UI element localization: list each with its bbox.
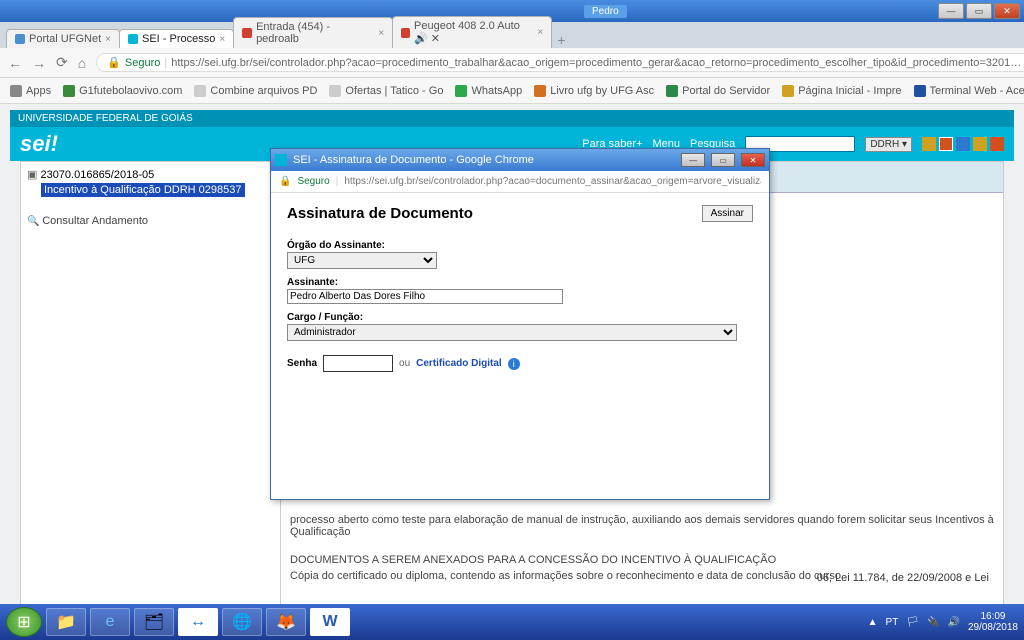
popup-heading: Assinatura de Documento [287,205,753,222]
address-bar[interactable]: 🔒 Seguro | https://sei.ufg.br/sei/contro… [96,53,1024,72]
tray-show-hidden-icon[interactable]: ▲ [868,617,878,628]
tab-portal-ufgnet[interactable]: Portal UFGNet× [6,29,120,48]
bookmark-item[interactable]: Terminal Web - Aces [914,85,1024,97]
browser-tab-strip: Portal UFGNet× SEI - Processo× Entrada (… [0,22,1024,48]
url-text: https://sei.ufg.br/sei/controlador.php?a… [171,57,1021,69]
popup-close[interactable]: ✕ [741,153,765,167]
certificado-digital-link[interactable]: Certificado Digital [416,358,502,369]
taskbar-explorer-icon[interactable]: 📁 [46,608,86,636]
bookmark-item[interactable]: Portal do Servidor [666,85,770,97]
taskbar-folder-icon[interactable]: 🗂 [134,608,174,636]
assinar-button[interactable]: Assinar [702,205,753,222]
address-bar-row: ← → ⟳ ⌂ 🔒 Seguro | https://sei.ufg.br/se… [0,48,1024,78]
cargo-select[interactable]: Administrador [287,324,737,341]
ou-text: ou [399,358,410,369]
windows-taskbar: ⊞ 📁 e 🗂 ↔ 🌐 🦊 W ▲ PT 🏳 🔌 🔊 16:09 29/08/2… [0,604,1024,640]
bookmark-item[interactable]: Ofertas | Tatico - Go [329,85,443,97]
senha-label: Senha [287,358,317,369]
taskbar-teamviewer-icon[interactable]: ↔ [178,608,218,636]
popup-minimize[interactable]: — [681,153,705,167]
lock-icon: 🔒 [107,56,121,69]
orgao-select[interactable]: UFG [287,252,437,269]
assinante-input[interactable] [287,289,563,304]
unit-selector[interactable]: DDRH ▾ [865,137,912,152]
consultar-andamento-link[interactable]: Consultar Andamento [27,215,274,227]
bookmark-item[interactable]: G1futebolaovivo.com [63,85,182,97]
toolbar-icon[interactable] [939,137,953,151]
process-tree: 23070.016865/2018-05 Incentivo à Qualifi… [21,162,281,630]
popup-address-bar[interactable]: 🔒 Seguro | https://sei.ufg.br/sei/contro… [271,171,769,193]
tab-peugeot[interactable]: Peugeot 408 2.0 Auto 🔊 ✕× [392,16,552,48]
org-header: UNIVERSIDADE FEDERAL DE GOIÁS [10,110,1014,127]
bookmark-item[interactable]: WhatsApp [455,85,522,97]
forward-icon[interactable]: → [32,55,46,71]
process-number[interactable]: 23070.016865/2018-05 [27,168,274,181]
taskbar-firefox-icon[interactable]: 🦊 [266,608,306,636]
tray-flag-icon[interactable]: 🏳 [906,617,919,628]
tab-gmail[interactable]: Entrada (454) - pedroalb× [233,17,393,48]
signature-popup-window: SEI - Assinatura de Documento - Google C… [270,148,770,500]
tray-clock[interactable]: 16:09 29/08/2018 [968,611,1018,633]
bookmark-item[interactable]: Página Inicial - Impre [782,85,901,97]
bookmark-item[interactable]: Livro ufg by UFG Asc [534,85,654,97]
window-close[interactable]: ✕ [994,3,1020,19]
lock-icon: 🔒 [279,176,291,187]
toolbar-icon[interactable] [956,137,970,151]
popup-title-text: SEI - Assinatura de Documento - Google C… [293,154,675,166]
reload-icon[interactable]: ⟳ [56,54,68,71]
document-node[interactable]: Incentivo à Qualificação DDRH 0298537 [41,183,245,197]
home-icon[interactable]: ⌂ [78,55,86,71]
popup-maximize[interactable]: ▭ [711,153,735,167]
popup-url: https://sei.ufg.br/sei/controlador.php?a… [344,176,761,187]
taskbar-chrome-icon[interactable]: 🌐 [222,608,262,636]
close-icon[interactable]: × [105,34,111,45]
orgao-label: Órgão do Assinante: [287,240,753,251]
sei-logo[interactable]: sei! [20,131,58,157]
apps-button[interactable]: Apps [10,85,51,97]
taskbar-word-icon[interactable]: W [310,608,350,636]
sei-favicon [275,154,287,166]
info-icon[interactable]: i [508,358,520,370]
taskbar-ie-icon[interactable]: e [90,608,130,636]
start-button[interactable]: ⊞ [6,607,42,637]
new-tab-button[interactable]: + [551,32,571,48]
bookmark-item[interactable]: Combine arquivos PD [194,85,317,97]
tray-volume-icon[interactable]: 🔊 [947,617,959,628]
document-body-text: processo aberto como teste para elaboraç… [290,510,1000,586]
close-icon[interactable]: × [219,34,225,45]
popup-titlebar[interactable]: SEI - Assinatura de Documento - Google C… [271,149,769,171]
close-icon[interactable]: × [537,27,543,38]
close-icon[interactable]: × [378,28,384,39]
toolbar-icon[interactable] [990,137,1004,151]
tray-lang[interactable]: PT [886,617,899,628]
tab-sei-processo[interactable]: SEI - Processo× [119,29,234,48]
tray-network-icon[interactable]: 🔌 [927,617,939,628]
toolbar-icon[interactable] [973,137,987,151]
senha-input[interactable] [323,355,393,372]
back-icon[interactable]: ← [8,55,22,71]
window-minimize[interactable]: — [938,3,964,19]
secure-label: Seguro [297,176,329,187]
toolbar-icon[interactable] [922,137,936,151]
user-badge: Pedro [584,5,627,18]
assinante-label: Assinante: [287,277,753,288]
window-maximize[interactable]: ▭ [966,3,992,19]
bookmarks-bar: Apps G1futebolaovivo.com Combine arquivo… [0,78,1024,104]
cargo-label: Cargo / Função: [287,312,753,323]
secure-label: Seguro [125,57,160,69]
